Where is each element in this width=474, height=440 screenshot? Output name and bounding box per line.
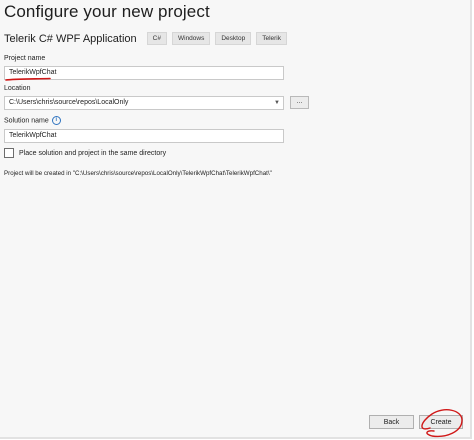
tag-project-type: Desktop xyxy=(215,32,252,45)
location-combobox[interactable]: C:\Users\chris\source\repos\LocalOnly ▼ xyxy=(4,96,284,110)
project-name-label: Project name xyxy=(4,55,46,62)
same-directory-checkbox[interactable] xyxy=(4,148,14,158)
tag-vendor: Telerik xyxy=(256,32,288,45)
location-value: C:\Users\chris\source\repos\LocalOnly xyxy=(9,99,129,106)
template-summary: Telerik C# WPF Application C# Windows De… xyxy=(4,32,292,45)
chevron-down-icon[interactable]: ▼ xyxy=(274,97,280,109)
same-directory-label: Place solution and project in the same d… xyxy=(19,149,167,157)
solution-name-label-row: Solution name i xyxy=(4,116,61,125)
back-button[interactable]: Back xyxy=(369,415,414,429)
project-name-input[interactable]: TelerikWpfChat xyxy=(4,66,284,80)
project-path-preview: Project will be created in "C:\Users\chr… xyxy=(4,170,272,177)
configure-project-dialog: Configure your new project Telerik C# WP… xyxy=(0,0,472,439)
tag-language: C# xyxy=(146,32,167,45)
location-label: Location xyxy=(4,85,31,92)
solution-name-input[interactable]: TelerikWpfChat xyxy=(4,129,284,143)
template-name: Telerik C# WPF Application xyxy=(4,32,137,45)
solution-name-label: Solution name xyxy=(4,117,49,125)
page-title: Configure your new project xyxy=(4,2,210,21)
create-button[interactable]: Create xyxy=(419,415,463,429)
info-icon[interactable]: i xyxy=(51,116,61,125)
same-directory-option[interactable]: Place solution and project in the same d… xyxy=(4,148,166,158)
browse-location-button[interactable]: ... xyxy=(290,96,309,109)
tag-platform: Windows xyxy=(171,32,211,45)
